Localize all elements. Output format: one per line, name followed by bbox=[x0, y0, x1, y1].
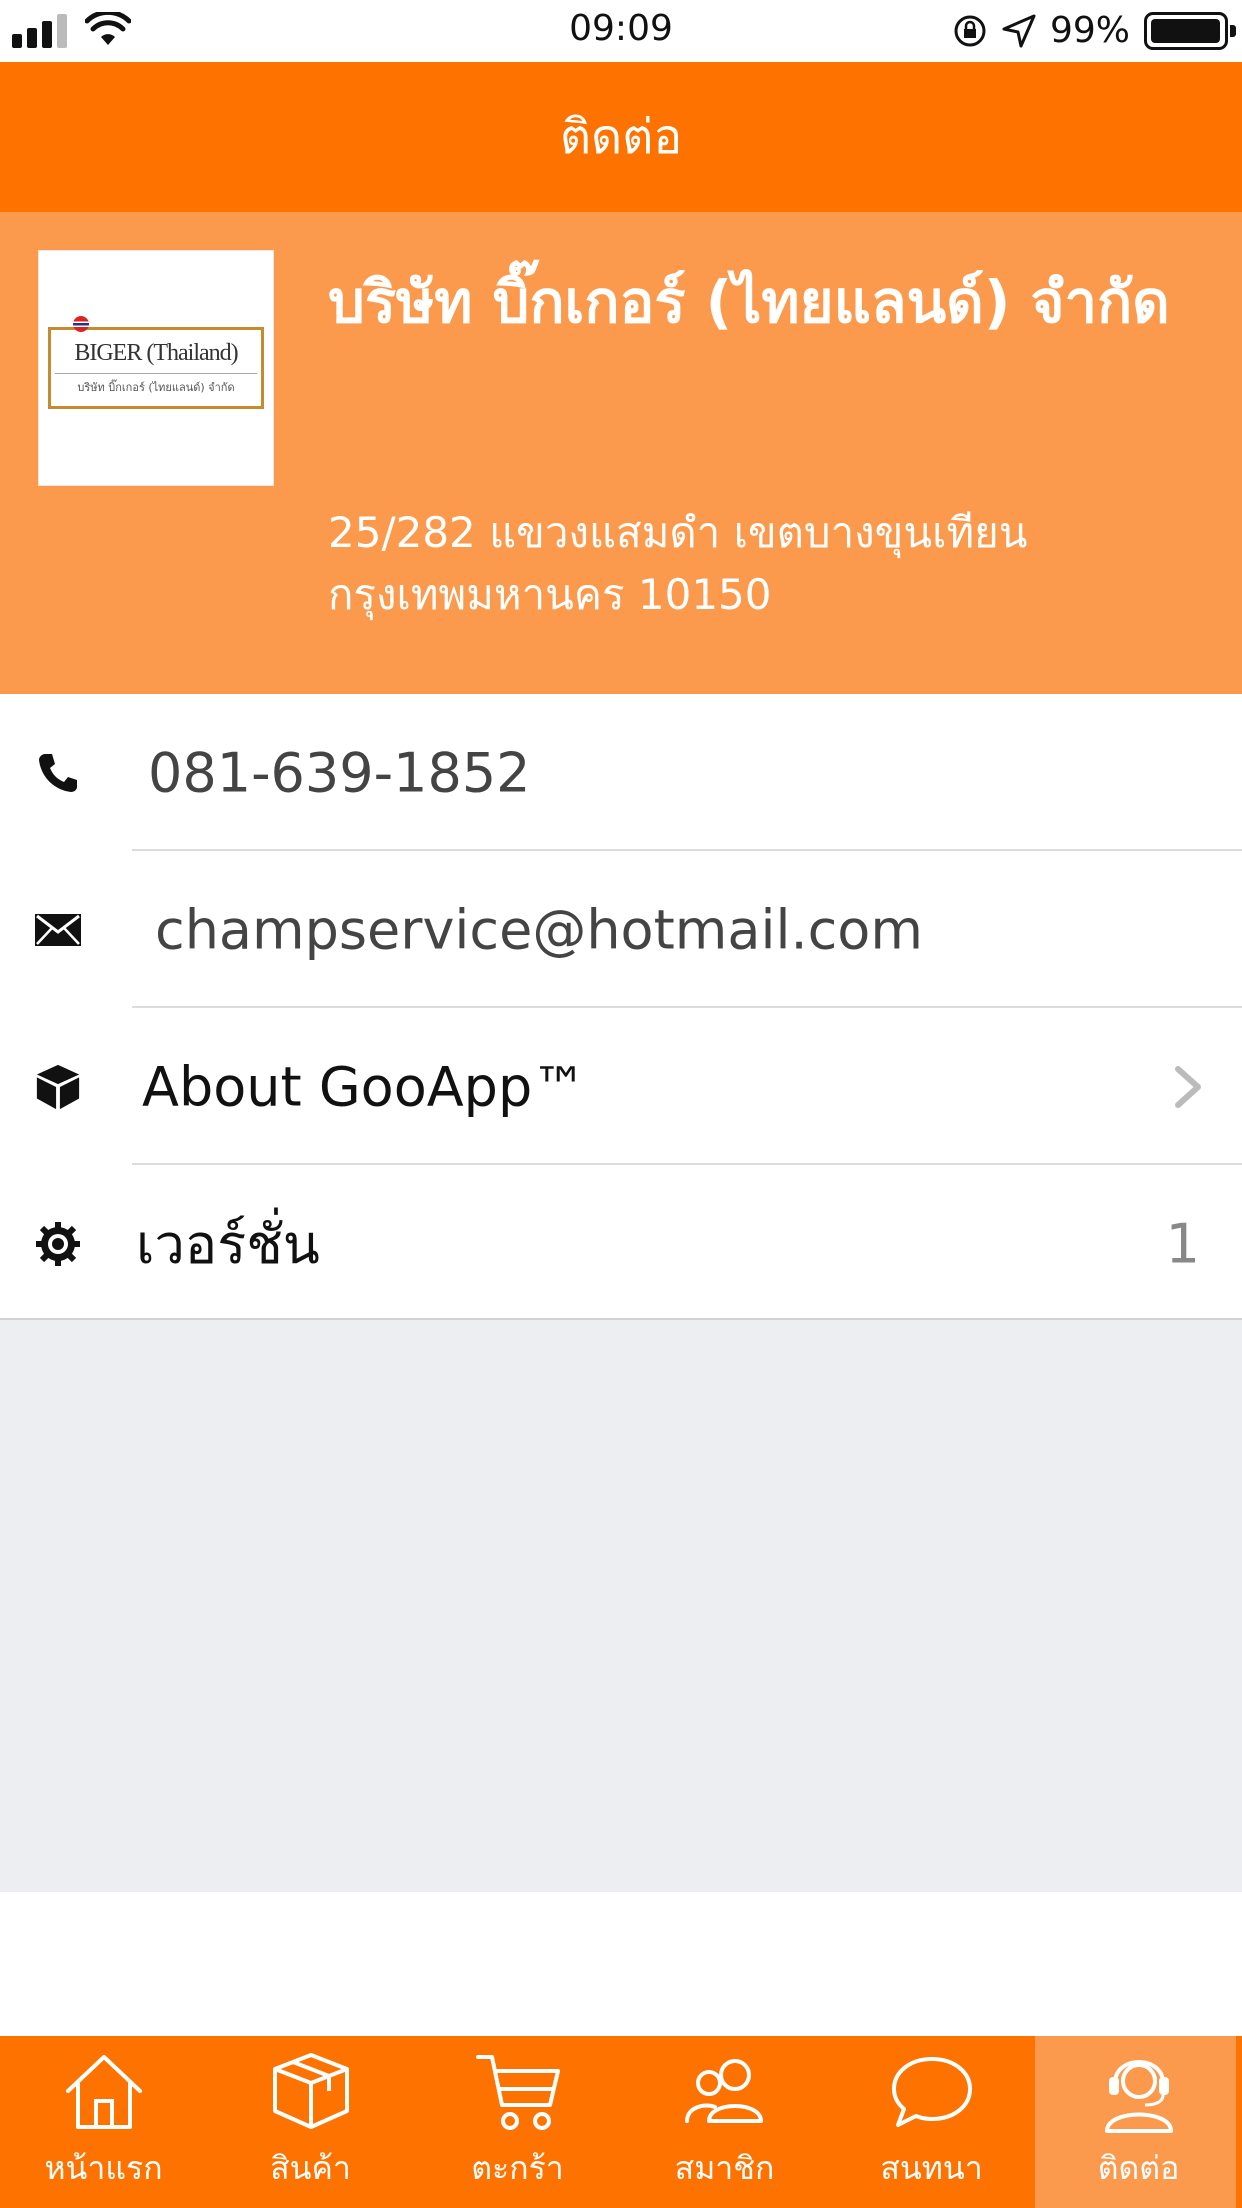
users-icon bbox=[684, 2059, 763, 2123]
tab-label: สินค้า bbox=[270, 2149, 351, 2187]
tab-home[interactable]: หน้าแรก bbox=[0, 2036, 207, 2208]
nav-header: ติดต่อ bbox=[0, 62, 1242, 212]
logo-frame: BIGER (Thailand) บริษัท บิ๊กเกอร์ (ไทยแล… bbox=[48, 316, 264, 409]
tab-label: สมาชิก bbox=[674, 2149, 775, 2187]
version-row: เวอร์ชั่น 1 bbox=[0, 1165, 1242, 1322]
company-logo: BIGER (Thailand) บริษัท บิ๊กเกอร์ (ไทยแล… bbox=[38, 250, 274, 486]
tab-members[interactable]: สมาชิก bbox=[621, 2036, 828, 2208]
box-icon bbox=[272, 2053, 349, 2129]
contact-list: 081-639-1852 champservice@hotmail.com Ab… bbox=[0, 694, 1242, 1322]
rotation-lock-icon bbox=[954, 15, 986, 46]
chevron-right-icon bbox=[1175, 1065, 1201, 1108]
phone-row[interactable]: 081-639-1852 bbox=[0, 694, 1242, 851]
cart-icon bbox=[475, 2055, 560, 2130]
status-bar: 09:09 99% bbox=[0, 0, 1242, 62]
company-name: บริษัท บิ๊กเกอร์ (ไทยแลนด์) จำกัด bbox=[328, 268, 1170, 336]
company-address: 25/282 แขวงแสมดำ เขตบางขุนเทียน กรุงเทพม… bbox=[328, 508, 1028, 619]
support-icon bbox=[1104, 2060, 1173, 2133]
tab-bar-edge bbox=[1236, 2036, 1242, 2208]
about-gooapp-row[interactable]: About GooApp™ bbox=[0, 1008, 1242, 1165]
chat-icon bbox=[891, 2057, 972, 2127]
version-label: เวอร์ชั่น bbox=[136, 1212, 320, 1276]
gear-icon bbox=[34, 1220, 82, 1268]
thai-flag-icon bbox=[73, 316, 89, 332]
location-icon bbox=[1002, 14, 1036, 47]
page-title: ติดต่อ bbox=[559, 109, 683, 165]
company-panel: BIGER (Thailand) บริษัท บิ๊กเกอร์ (ไทยแล… bbox=[0, 212, 1242, 694]
tab-cart[interactable]: ตะกร้า bbox=[414, 2036, 621, 2208]
tab-label: สนทนา bbox=[880, 2149, 983, 2187]
tab-label: หน้าแรก bbox=[44, 2149, 163, 2187]
empty-content-area bbox=[0, 1320, 1242, 1892]
email-address: champservice@hotmail.com bbox=[155, 898, 923, 961]
cube-icon bbox=[34, 1063, 82, 1111]
mail-icon bbox=[34, 906, 82, 954]
tab-chat[interactable]: สนทนา bbox=[828, 2036, 1035, 2208]
logo-name: BIGER (Thailand) bbox=[74, 340, 238, 366]
status-right: 99% bbox=[952, 10, 1236, 51]
version-value: 1 bbox=[1165, 1212, 1200, 1275]
phone-icon bbox=[34, 749, 82, 797]
tab-label: ตะกร้า bbox=[471, 2149, 564, 2187]
tab-contact[interactable]: ติดต่อ bbox=[1035, 2036, 1242, 2208]
tab-products[interactable]: สินค้า bbox=[207, 2036, 414, 2208]
about-label: About GooApp™ bbox=[142, 1055, 587, 1118]
battery-percent: 99% bbox=[1049, 10, 1130, 51]
tab-label: ติดต่อ bbox=[1097, 2149, 1180, 2187]
battery-icon bbox=[1144, 11, 1236, 50]
tab-bar: หน้าแรก สินค้า ตะกร้า สมาชิก สนทนา ติดต่… bbox=[0, 2036, 1242, 2208]
phone-number: 081-639-1852 bbox=[148, 741, 531, 804]
email-row[interactable]: champservice@hotmail.com bbox=[0, 851, 1242, 1008]
logo-subtitle: บริษัท บิ๊กเกอร์ (ไทยแลนด์) จำกัด bbox=[55, 373, 257, 396]
home-icon bbox=[65, 2055, 142, 2129]
